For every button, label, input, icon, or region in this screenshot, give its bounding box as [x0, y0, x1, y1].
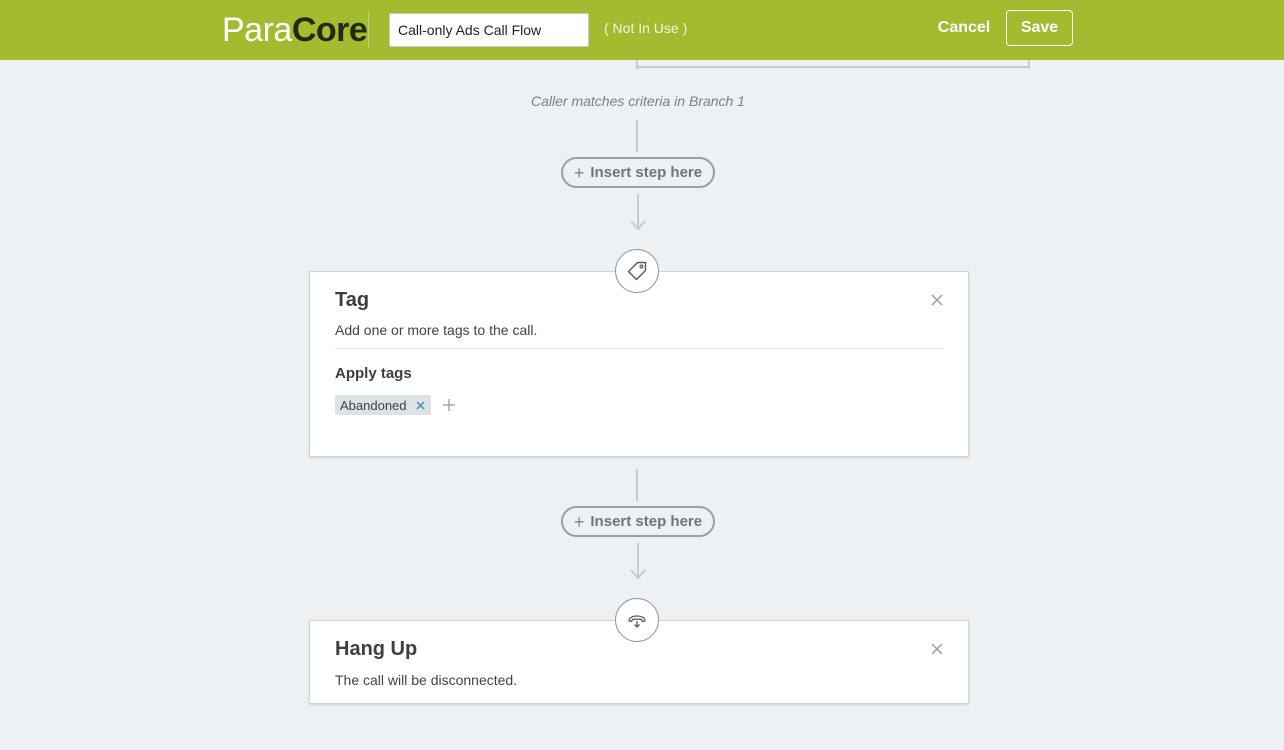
save-button[interactable]: Save	[1006, 10, 1073, 46]
top-bar: ParaCore ( Not In Use ) Cancel Save	[0, 0, 1284, 60]
arrow-down-icon	[630, 194, 646, 230]
logo-light-text: Para	[222, 11, 292, 49]
plus-icon: +	[573, 162, 585, 183]
tag-step-card: Tag Add one or more tags to the call. Ap…	[309, 271, 969, 457]
arrow-down-icon	[630, 543, 646, 579]
flow-name-input[interactable]	[389, 13, 589, 47]
tag-chip-label: Abandoned	[340, 397, 407, 413]
logo-bold-text: Core	[291, 11, 368, 49]
step-description: Add one or more tags to the call.	[335, 322, 538, 338]
header-divider	[368, 11, 369, 49]
remove-tag-icon[interactable]	[416, 401, 425, 410]
insert-step-label: Insert step here	[590, 513, 703, 530]
tag-icon	[615, 249, 659, 293]
apply-tags-label: Apply tags	[335, 365, 412, 382]
insert-step-button[interactable]: + Insert step here	[561, 157, 715, 188]
plus-icon: +	[573, 511, 585, 532]
divider	[335, 348, 944, 349]
branch-connector-horizontal	[636, 66, 1030, 68]
flow-status-label: ( Not In Use )	[604, 20, 688, 36]
branch-note: Caller matches criteria in Branch 1	[531, 93, 745, 109]
hang-up-icon	[615, 598, 659, 642]
insert-step-label: Insert step here	[590, 164, 703, 181]
step-title: Tag	[335, 289, 370, 311]
add-tag-icon[interactable]	[443, 399, 455, 411]
paracore-logo[interactable]: ParaCore	[222, 11, 368, 49]
insert-step-button[interactable]: + Insert step here	[561, 506, 715, 537]
flow-connector	[636, 120, 638, 152]
close-icon[interactable]	[930, 293, 944, 307]
tag-chip: Abandoned	[335, 395, 431, 415]
close-icon[interactable]	[930, 642, 944, 656]
step-description: The call will be disconnected.	[335, 672, 518, 688]
step-title: Hang Up	[335, 638, 418, 660]
cancel-button[interactable]: Cancel	[930, 11, 998, 45]
flow-connector	[636, 469, 638, 501]
